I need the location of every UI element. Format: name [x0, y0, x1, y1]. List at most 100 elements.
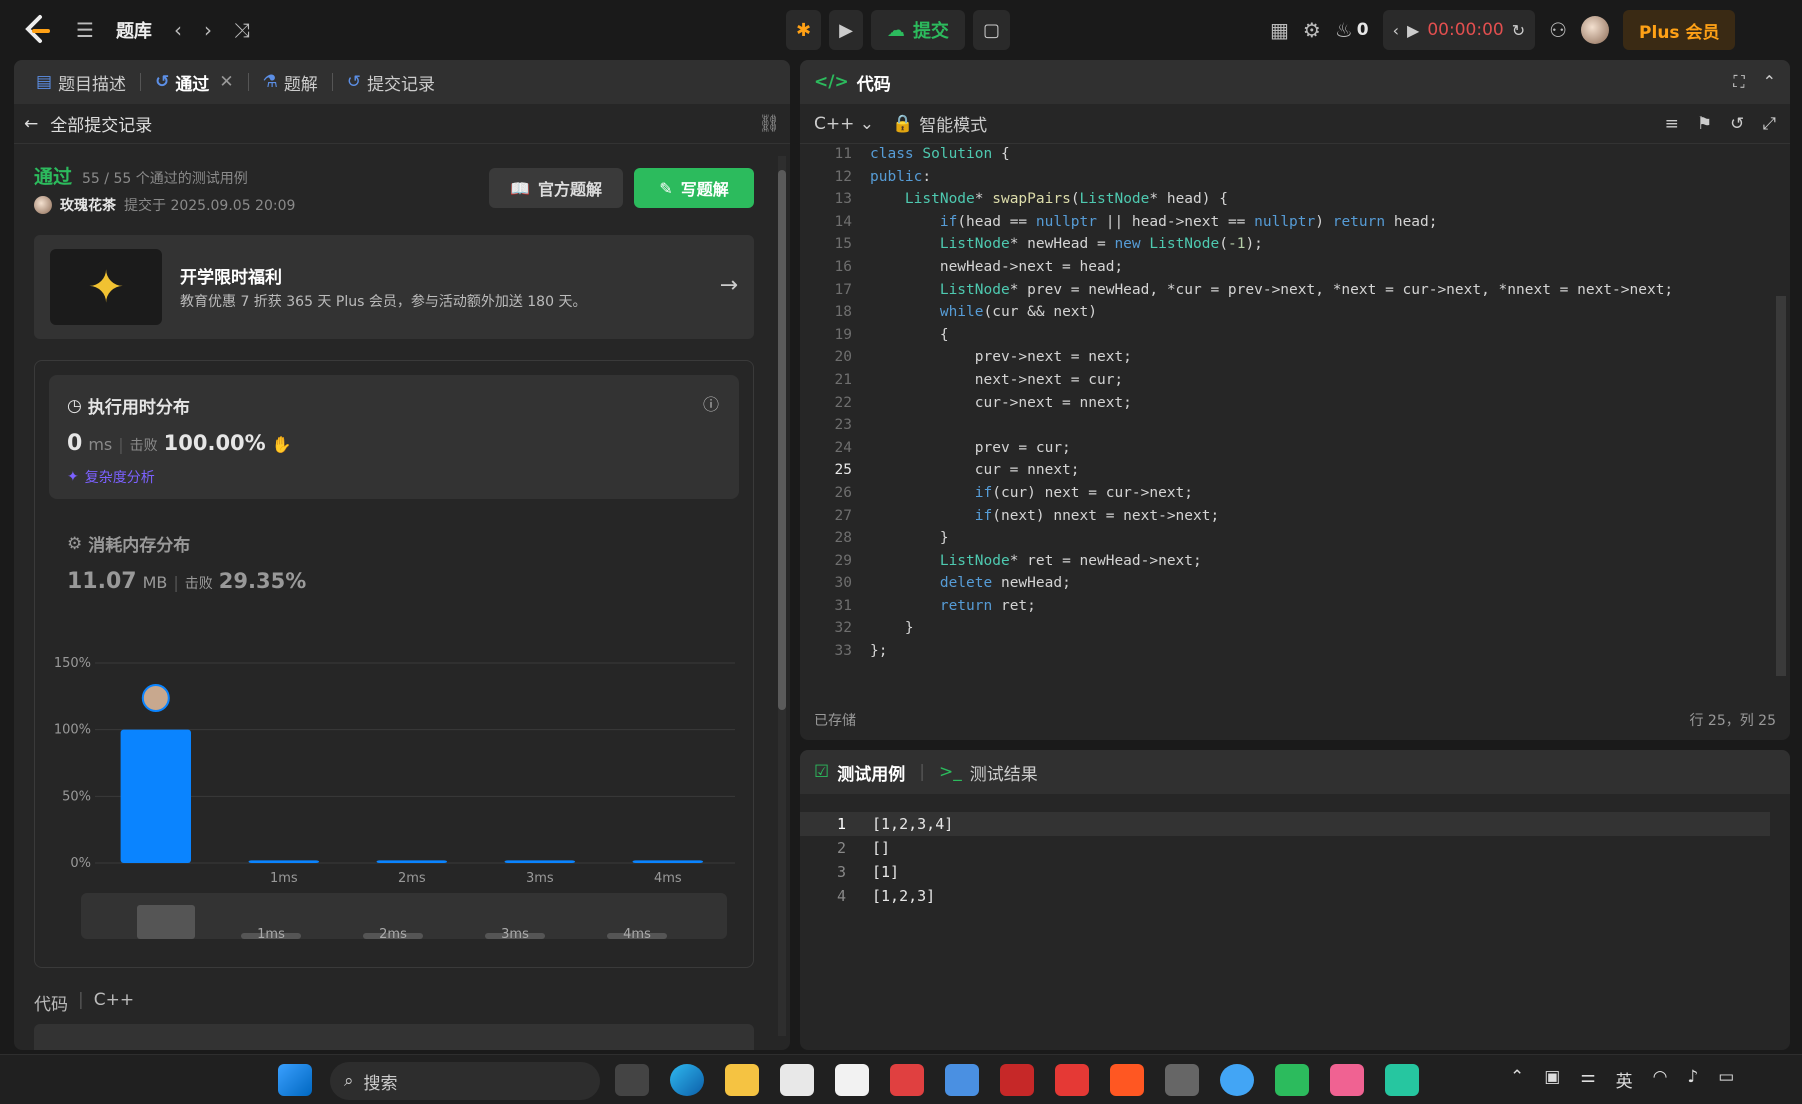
histogram-bar[interactable]	[632, 860, 703, 863]
task-view-icon[interactable]	[615, 1064, 649, 1096]
user-name[interactable]: 玫瑰花茶	[60, 195, 116, 215]
code-line[interactable]: 18 while(cur && next)	[800, 304, 1790, 327]
add-user-icon[interactable]: ⚇	[1549, 20, 1567, 40]
code-line[interactable]: 30 delete newHead;	[800, 575, 1790, 598]
gear-icon[interactable]: ⚙	[1303, 20, 1321, 40]
store-icon[interactable]	[780, 1064, 814, 1096]
tab-submissions[interactable]: ↺ 提交记录	[339, 70, 443, 95]
chevron-left-icon[interactable]: ‹	[1393, 21, 1399, 40]
tab-testcase[interactable]: ☑ 测试用例	[814, 760, 905, 785]
shuffle-icon[interactable]: ⤨	[234, 20, 250, 40]
avatar[interactable]	[1581, 16, 1610, 44]
play-icon[interactable]: ▶	[1407, 21, 1419, 40]
code-line[interactable]: 17 ListNode* prev = newHead, *cur = prev…	[800, 282, 1790, 305]
wps-icon[interactable]	[1000, 1064, 1034, 1096]
code-editor[interactable]: 11 class Solution {12 public: 13 ListNode* …	[800, 146, 1790, 706]
wifi-icon[interactable]: ◠	[1653, 1067, 1668, 1092]
code-line[interactable]: 14 if(head == nullptr || head->next == n…	[800, 214, 1790, 237]
code-line[interactable]: 25 cur = nnext;	[800, 462, 1790, 485]
windows-start-icon[interactable]	[278, 1064, 312, 1096]
editor-scrollbar[interactable]	[1776, 146, 1790, 676]
code-line[interactable]: 24 prev = cur;	[800, 440, 1790, 463]
bilibili-icon[interactable]	[1330, 1064, 1364, 1096]
code-line[interactable]: 19 {	[800, 327, 1790, 350]
scrollbar-track[interactable]	[778, 156, 786, 1036]
code-line[interactable]: 27 if(next) nnext = next->next;	[800, 508, 1790, 531]
code-line[interactable]: 23	[800, 417, 1790, 440]
file-explorer-icon[interactable]	[725, 1064, 759, 1096]
code-line[interactable]: 31 return ret;	[800, 598, 1790, 621]
runtime-histogram[interactable]: 150% 100% 50% 0% 1ms 2ms 3ms 4ms 1ms 2ms 3ms 4ms	[35, 361, 755, 969]
code-line[interactable]: 22 cur->next = nnext;	[800, 395, 1790, 418]
histogram-bar[interactable]	[120, 729, 191, 863]
plus-member-button[interactable]: Plus 会员	[1623, 10, 1736, 50]
bookmark-icon[interactable]: ⚑	[1697, 114, 1712, 134]
fullscreen-icon[interactable]: ⛶	[1733, 72, 1744, 92]
expand-icon[interactable]: ⤢	[1762, 114, 1776, 134]
input-language[interactable]: 英	[1616, 1067, 1633, 1092]
problem-bank-link[interactable]: 题库	[116, 17, 152, 43]
testcase-line[interactable]: 2 []	[800, 836, 1770, 860]
timer[interactable]: ‹ ▶ 00:00:00 ↻	[1382, 10, 1536, 50]
ide-icon[interactable]	[1165, 1064, 1199, 1096]
code-line[interactable]: 21 next->next = cur;	[800, 372, 1790, 395]
settings-tray-icon[interactable]: ⚌	[1580, 1067, 1595, 1092]
fire-icon[interactable]: ♨	[1335, 20, 1353, 40]
volume-icon[interactable]: ♪	[1687, 1067, 1698, 1092]
battery-icon[interactable]: ▭	[1718, 1067, 1734, 1092]
code-line[interactable]: 26 if(cur) next = cur->next;	[800, 485, 1790, 508]
testcase-editor[interactable]: 1 [1,2,3,4] 2 [] 3 [1] 4 [1,2,3]	[800, 812, 1790, 908]
c-app-icon[interactable]	[1110, 1064, 1144, 1096]
promo-banner[interactable]: ✦ 开学限时福利 教育优惠 7 折获 365 天 Plus 会员，参与活动额外加…	[34, 235, 754, 339]
collapse-icon[interactable]: ⌃	[1763, 72, 1776, 92]
wechat-icon[interactable]	[1275, 1064, 1309, 1096]
histogram-bar[interactable]	[376, 860, 447, 863]
tab-description[interactable]: ▤ 题目描述	[28, 70, 134, 95]
code-line[interactable]: 20 prev->next = next;	[800, 349, 1790, 372]
debug-button[interactable]: ✱	[786, 10, 822, 50]
edge-icon[interactable]	[670, 1064, 704, 1096]
run-button[interactable]: ▶	[829, 10, 863, 50]
testcase-line[interactable]: 4 [1,2,3]	[800, 884, 1770, 908]
testcase-line[interactable]: 3 [1]	[800, 860, 1770, 884]
official-solution-button[interactable]: 📖 官方题解	[489, 168, 623, 208]
back-link[interactable]: ← 全部提交记录	[24, 111, 152, 137]
submit-button[interactable]: ☁ 提交	[870, 10, 965, 50]
code-line[interactable]: 29 ListNode* ret = newHead->next;	[800, 553, 1790, 576]
write-solution-button[interactable]: ✎ 写题解	[634, 168, 754, 208]
globe-app-icon[interactable]	[1220, 1064, 1254, 1096]
tab-solutions[interactable]: ⚗ 题解	[255, 70, 326, 95]
chevron-up-icon[interactable]: ⌃	[1510, 1067, 1524, 1092]
g-app-icon[interactable]	[1055, 1064, 1089, 1096]
code-line[interactable]: 16 newHead->next = head;	[800, 259, 1790, 282]
mail-app-icon[interactable]	[835, 1064, 869, 1096]
code-line[interactable]: 33};	[800, 643, 1790, 666]
list-icon[interactable]: ☰	[76, 20, 94, 40]
code-line[interactable]: 11 class Solution {	[800, 146, 1790, 169]
tab-accepted[interactable]: ↺ 通过 ✕	[147, 70, 242, 95]
code-line[interactable]: 28 }	[800, 530, 1790, 553]
reset-icon[interactable]: ↻	[1512, 21, 1525, 40]
format-icon[interactable]: ≡	[1665, 114, 1679, 134]
smart-mode-toggle[interactable]: 🔒 智能模式	[892, 111, 987, 137]
code-line[interactable]: 12 public:	[800, 169, 1790, 192]
undo-icon[interactable]: ↺	[1730, 114, 1744, 134]
code-line[interactable]: 15 ListNode* newHead = new ListNode(-1);	[800, 236, 1790, 259]
code-line[interactable]: 32 }	[800, 620, 1790, 643]
huawei-app-icon[interactable]	[890, 1064, 924, 1096]
code-line[interactable]: 13 ListNode* swapPairs(ListNode* head) {	[800, 191, 1790, 214]
note-button[interactable]: ▢	[972, 10, 1010, 50]
scrollbar-thumb[interactable]	[778, 170, 786, 710]
language-select[interactable]: C++ ⌄	[814, 114, 874, 134]
close-icon[interactable]: ✕	[219, 72, 233, 92]
testcase-line[interactable]: 1 [1,2,3,4]	[800, 812, 1770, 836]
histogram-bar[interactable]	[504, 860, 575, 863]
leetcode-logo-icon[interactable]	[20, 13, 54, 47]
layout-icon[interactable]: ▦	[1270, 20, 1289, 40]
link-icon[interactable]: ⛓	[758, 114, 780, 134]
tab-test-result[interactable]: >_ 测试结果	[939, 760, 1038, 785]
tray-app-icon[interactable]: ▣	[1544, 1067, 1560, 1092]
cloud-app-icon[interactable]	[945, 1064, 979, 1096]
histogram-bar[interactable]	[248, 860, 319, 863]
taskbar-search[interactable]: ⌕ 搜索	[330, 1062, 600, 1100]
